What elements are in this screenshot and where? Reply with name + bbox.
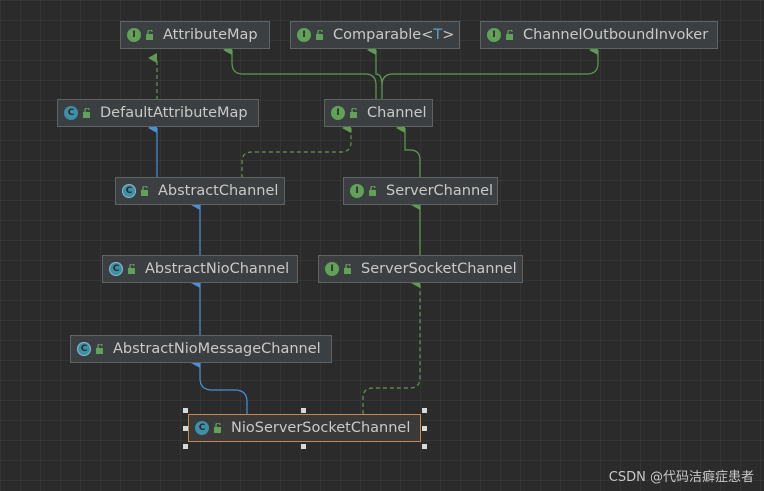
- node-abstract-nio-channel[interactable]: C AbstractNioChannel: [102, 255, 298, 283]
- node-label: NioServerSocketChannel: [231, 420, 411, 436]
- abstract-class-icon: C: [109, 262, 123, 276]
- selection-handle-top[interactable]: [301, 408, 306, 413]
- interface-icon: I: [325, 262, 339, 276]
- lock-icon: [344, 264, 351, 274]
- edge-server-channel-to-channel: [396, 123, 421, 178]
- interface-icon: I: [297, 28, 311, 42]
- edge-abstract-channel-to-channel: [241, 123, 352, 178]
- selection-handle-bottom-right[interactable]: [422, 444, 427, 449]
- watermark: CSDN @代码洁癖症患者: [608, 470, 754, 485]
- lock-icon: [350, 108, 357, 118]
- class-icon: C: [64, 106, 78, 120]
- lock-icon: [506, 30, 513, 40]
- node-label: Comparable<: [333, 27, 434, 43]
- interface-icon: I: [350, 184, 364, 198]
- node-server-socket-channel[interactable]: I ServerSocketChannel: [318, 255, 523, 283]
- node-nio-server-socket-channel[interactable]: C NioServerSocketChannel: [188, 414, 421, 442]
- selection-handle-top-right[interactable]: [422, 408, 427, 413]
- lock-icon: [141, 186, 148, 196]
- node-label: ServerSocketChannel: [361, 261, 517, 277]
- interface-icon: I: [487, 28, 501, 42]
- node-label: DefaultAttributeMap: [100, 105, 248, 121]
- lock-icon: [214, 423, 221, 433]
- abstract-class-icon: C: [122, 184, 136, 198]
- lock-icon: [128, 264, 135, 274]
- node-label: ChannelOutboundInvoker: [523, 27, 709, 43]
- node-label: AttributeMap: [163, 27, 258, 43]
- selection-handle-top-left[interactable]: [183, 408, 188, 413]
- lock-icon: [96, 344, 103, 354]
- edge-nio-server-socket-channel-to-server-socket-channel: [362, 278, 421, 414]
- node-label: Channel: [367, 105, 427, 121]
- edge-channel-to-channel-outbound-invoker: [381, 45, 599, 86]
- node-comparable[interactable]: I Comparable< T >: [290, 21, 460, 49]
- node-default-attribute-map[interactable]: C DefaultAttributeMap: [57, 99, 259, 127]
- node-abstract-channel[interactable]: C AbstractChannel: [115, 177, 285, 205]
- lock-icon: [369, 186, 376, 196]
- edge-channel-to-comparable: [367, 45, 383, 100]
- node-channel[interactable]: I Channel: [324, 99, 433, 127]
- lock-icon: [146, 30, 153, 40]
- node-attribute-map[interactable]: I AttributeMap: [120, 21, 270, 49]
- lock-icon: [83, 108, 90, 118]
- generic-parameter: T: [433, 27, 443, 43]
- abstract-class-icon: C: [77, 342, 91, 356]
- class-icon: C: [195, 421, 209, 435]
- node-channel-outbound-invoker[interactable]: I ChannelOutboundInvoker: [480, 21, 718, 49]
- node-label: AbstractChannel: [158, 183, 279, 199]
- selection-handle-right[interactable]: [422, 426, 427, 431]
- interface-icon: I: [127, 28, 141, 42]
- edge-channel-to-attribute-map: [223, 45, 377, 100]
- node-label: AbstractNioChannel: [145, 261, 290, 277]
- selection-handle-bottom[interactable]: [301, 444, 306, 449]
- node-abstract-nio-message-channel[interactable]: C AbstractNioMessageChannel: [70, 335, 332, 363]
- node-label: AbstractNioMessageChannel: [113, 341, 321, 357]
- edge-nio-server-socket-channel-to-abstract-nio-message-channel: [191, 358, 248, 414]
- selection-handle-bottom-left[interactable]: [183, 444, 188, 449]
- node-label-end: >: [442, 27, 455, 43]
- node-server-channel[interactable]: I ServerChannel: [343, 177, 498, 205]
- lock-icon: [316, 30, 323, 40]
- node-label: ServerChannel: [386, 183, 494, 199]
- selection-handle-left[interactable]: [183, 426, 188, 431]
- interface-icon: I: [331, 106, 345, 120]
